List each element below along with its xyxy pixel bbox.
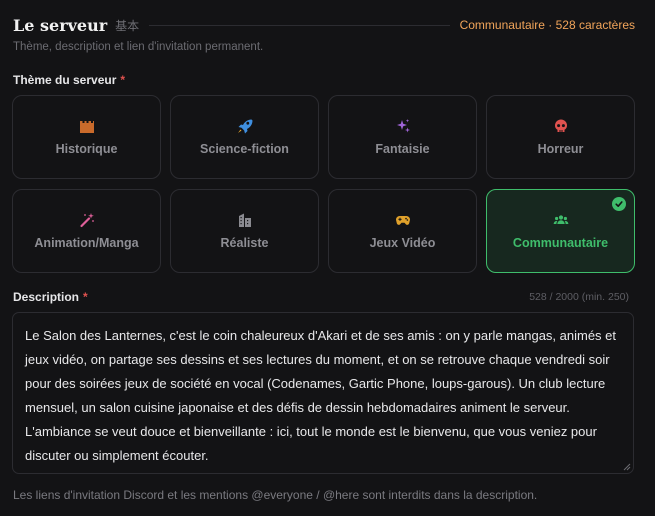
theme-option-horreur[interactable]: Horreur bbox=[486, 95, 635, 179]
description-text: Le Salon des Lanternes, c'est le coin ch… bbox=[25, 328, 617, 463]
theme-option-label: Science-fiction bbox=[200, 142, 289, 156]
header-divider bbox=[149, 24, 450, 26]
rocket-icon bbox=[237, 119, 252, 134]
theme-option-label: Réaliste bbox=[220, 236, 269, 250]
theme-option-realiste[interactable]: Réaliste bbox=[170, 189, 319, 273]
section-subtitle: Thème, description et lien d'invitation … bbox=[13, 41, 264, 53]
description-field-label: Description * bbox=[13, 290, 88, 304]
theme-option-label: Horreur bbox=[537, 142, 584, 156]
castle-icon bbox=[79, 121, 94, 133]
theme-option-label: Animation/Manga bbox=[34, 236, 139, 250]
theme-option-communautaire[interactable]: Communautaire bbox=[486, 189, 635, 273]
theme-option-label: Communautaire bbox=[512, 236, 609, 250]
theme-option-historique[interactable]: Historique bbox=[12, 95, 161, 179]
selected-check-icon bbox=[612, 197, 626, 211]
description-label-text: Description bbox=[13, 290, 80, 304]
theme-label-text: Thème du serveur bbox=[13, 73, 117, 87]
theme-field-label: Thème du serveur * bbox=[13, 73, 125, 87]
section-title-cjk: 基本 bbox=[115, 18, 140, 33]
theme-option-label: Historique bbox=[55, 142, 118, 156]
theme-option-label: Jeux Vidéo bbox=[369, 236, 436, 250]
section-header: Le serveur 基本 Communautaire · 528 caract… bbox=[13, 12, 635, 38]
gamepad-icon bbox=[395, 216, 410, 225]
skull-icon bbox=[554, 119, 567, 132]
theme-option-science-fiction[interactable]: Science-fiction bbox=[170, 95, 319, 179]
magic-wand-icon bbox=[79, 213, 94, 228]
theme-option-jeux-video[interactable]: Jeux Vidéo bbox=[328, 189, 477, 273]
building-icon bbox=[238, 213, 251, 227]
theme-option-animation-manga[interactable]: Animation/Manga bbox=[12, 189, 161, 273]
section-title: Le serveur bbox=[13, 15, 108, 35]
description-hint: Les liens d'invitation Discord et les me… bbox=[13, 488, 538, 502]
theme-option-grid: Historique Science-fiction Fantaisie Hor… bbox=[12, 95, 635, 273]
sparkles-icon bbox=[396, 119, 410, 133]
character-counter: 528 / 2000 (min. 250) bbox=[529, 291, 629, 303]
required-marker: * bbox=[83, 290, 88, 304]
required-marker: * bbox=[120, 73, 126, 87]
theme-option-label: Fantaisie bbox=[375, 142, 430, 156]
description-textarea[interactable]: Le Salon des Lanternes, c'est le coin ch… bbox=[12, 312, 634, 474]
resize-handle-icon[interactable] bbox=[623, 463, 631, 471]
theme-option-fantaisie[interactable]: Fantaisie bbox=[328, 95, 477, 179]
users-icon bbox=[553, 215, 568, 224]
section-summary: Communautaire · 528 caractères bbox=[459, 18, 635, 32]
